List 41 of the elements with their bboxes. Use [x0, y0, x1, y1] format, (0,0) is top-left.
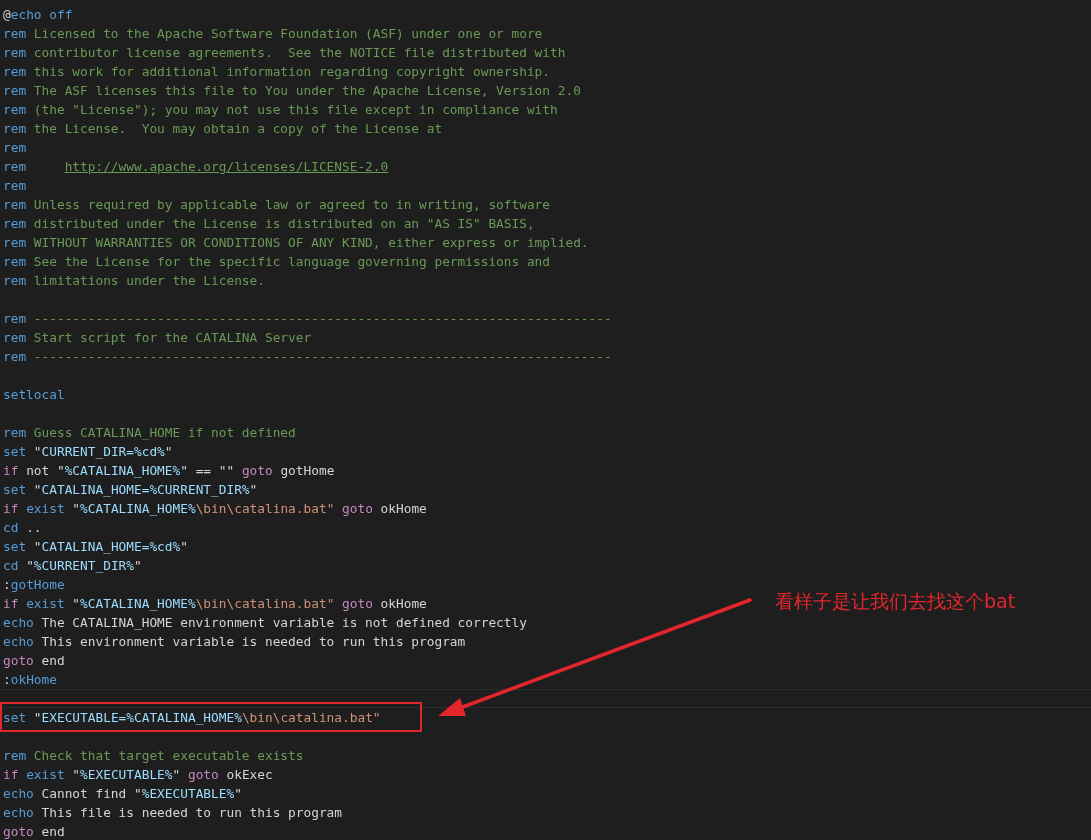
code-line: goto end: [3, 823, 65, 840]
url-link[interactable]: http://www.apache.org/licenses/LICENSE-2.0: [64, 159, 389, 174]
code-line: echo Cannot find "%EXECUTABLE%": [3, 785, 242, 802]
code-line: cd ..: [3, 519, 42, 536]
code-line: rem ---------------------------------------------------------------------------: [3, 348, 612, 365]
code-line: rem: [3, 139, 27, 156]
code-line: rem http://www.apache.org/licenses/LICENSE-2.0: [3, 158, 389, 175]
code-line: @echo off: [3, 6, 73, 23]
code-line: rem Licensed to the Apache Software Foundation (ASF) under one or more: [3, 25, 543, 42]
code-line: :gotHome: [3, 576, 65, 593]
code-line: rem WITHOUT WARRANTIES OR CONDITIONS OF ANY KIND, either express or implied.: [3, 234, 589, 251]
code-line: if exist "%CATALINA_HOME%\bin\catalina.bat" goto okHome: [3, 595, 427, 612]
code-line: rem Guess CATALINA_HOME if not defined: [3, 424, 296, 441]
code-line: rem distributed under the License is distributed on an "AS IS" BASIS,: [3, 215, 535, 232]
code-line: setlocal: [3, 386, 65, 403]
code-line: rem (the "License"); you may not use this file except in compliance with: [3, 101, 558, 118]
code-line: echo This environment variable is needed to run this program: [3, 633, 466, 650]
code-line: rem Check that target executable exists: [3, 747, 304, 764]
code-line: if not "%CATALINA_HOME%" == "" goto gotHome: [3, 462, 335, 479]
code-line: rem ---------------------------------------------------------------------------: [3, 310, 612, 327]
code-line: set "CURRENT_DIR=%cd%": [3, 443, 173, 460]
code-line: set "CATALINA_HOME=%CURRENT_DIR%": [3, 481, 258, 498]
code-line: rem limitations under the License.: [3, 272, 265, 289]
code-line: rem The ASF licenses this file to You under the Apache License, Version 2.0: [3, 82, 581, 99]
code-line: :okHome: [3, 671, 57, 688]
code-line: echo This file is needed to run this program: [3, 804, 342, 821]
code-line: rem Start script for the CATALINA Server: [3, 329, 312, 346]
code-line: goto end: [3, 652, 65, 669]
code-line: rem Unless required by applicable law or agreed to in writing, software: [3, 196, 551, 213]
code-line: set "CATALINA_HOME=%cd%": [3, 538, 188, 555]
code-line: echo The CATALINA_HOME environment variable is not defined correctly: [3, 614, 527, 631]
code-line: rem the License. You may obtain a copy of the License at: [3, 120, 443, 137]
annotation-note: 看样子是让我们去找这个bat: [775, 589, 1016, 614]
code-line: rem contributor license agreements. See the NOTICE file distributed with: [3, 44, 566, 61]
code-line: rem See the License for the specific language governing permissions and: [3, 253, 551, 270]
code-line: rem: [3, 177, 27, 194]
code-line: cd "%CURRENT_DIR%": [3, 557, 142, 574]
code-line: set "EXECUTABLE=%CATALINA_HOME%\bin\catalina.bat": [3, 709, 381, 726]
code-line: if exist "%CATALINA_HOME%\bin\catalina.bat" goto okHome: [3, 500, 427, 517]
code-line: if exist "%EXECUTABLE%" goto okExec: [3, 766, 273, 783]
code-line: rem this work for additional information regarding copyright ownership.: [3, 63, 551, 80]
